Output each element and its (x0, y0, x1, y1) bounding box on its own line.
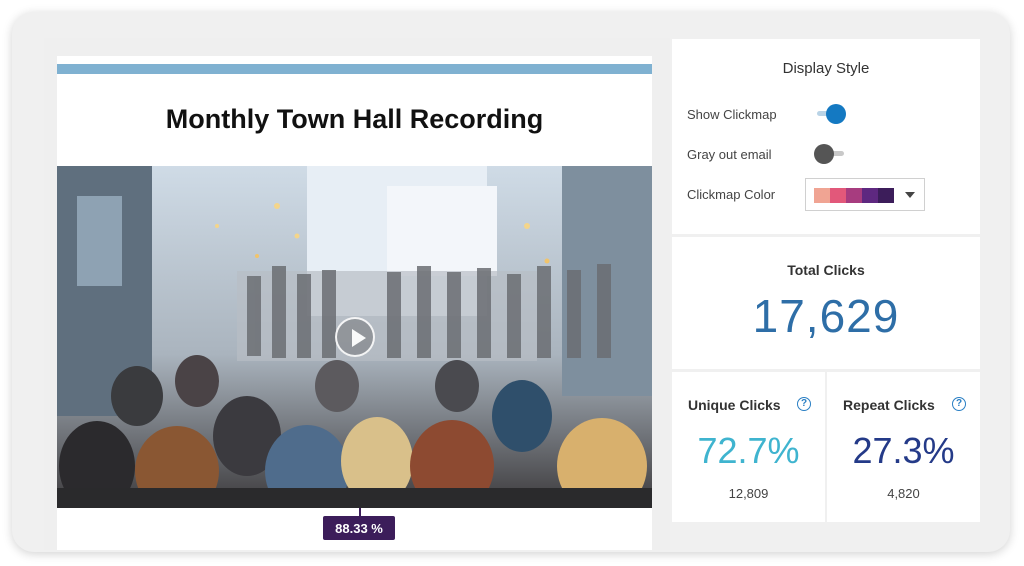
town-hall-photo[interactable] (57, 166, 652, 508)
color-swatch (878, 188, 894, 203)
email-preview: Monthly Town Hall Recording 88.33 % (57, 56, 652, 550)
play-video-button[interactable] (335, 317, 375, 357)
clickmap-color-select[interactable] (805, 178, 925, 211)
display-style-heading: Display Style (782, 60, 870, 77)
total-clicks-label: Total Clicks (787, 262, 865, 278)
help-icon[interactable]: ? (797, 397, 811, 411)
gray-out-email-toggle[interactable] (814, 144, 848, 164)
show-clickmap-toggle[interactable] (813, 104, 847, 124)
chevron-down-icon (905, 192, 915, 198)
repeat-clicks-label: Repeat Clicks (843, 397, 935, 413)
display-style-panel: Display Style Show Clickmap Gray out ema… (672, 39, 980, 234)
unique-clicks-percentage: 72.7% (697, 430, 800, 471)
color-swatch (830, 188, 846, 203)
unique-clicks-count: 12,809 (728, 486, 769, 501)
clickmap-color-row: Clickmap Color (687, 187, 775, 202)
color-swatch (862, 188, 878, 203)
help-icon[interactable]: ? (952, 397, 966, 411)
email-header-bar (57, 64, 652, 74)
click-percentage-badge: 88.33 % (323, 516, 395, 540)
unique-clicks-label: Unique Clicks (688, 397, 781, 413)
total-clicks-panel: Total Clicks 17,629 (672, 237, 980, 369)
show-clickmap-row: Show Clickmap (687, 107, 777, 122)
show-clickmap-label: Show Clickmap (687, 107, 777, 122)
email-title: Monthly Town Hall Recording (165, 104, 544, 134)
repeat-clicks-percentage: 27.3% (852, 430, 955, 471)
gray-out-email-row: Gray out email (687, 147, 772, 162)
color-swatch (846, 188, 862, 203)
unique-clicks-panel: Unique Clicks ? 72.7% 12,809 (672, 372, 825, 522)
gray-out-email-label: Gray out email (687, 147, 772, 162)
repeat-clicks-count: 4,820 (887, 486, 920, 501)
toggle-knob (814, 144, 834, 164)
toggle-knob (826, 104, 846, 124)
repeat-clicks-panel: Repeat Clicks ? 27.3% 4,820 (827, 372, 980, 522)
color-swatch (814, 188, 830, 203)
total-clicks-value: 17,629 (752, 290, 900, 342)
clickmap-color-label: Clickmap Color (687, 187, 776, 202)
